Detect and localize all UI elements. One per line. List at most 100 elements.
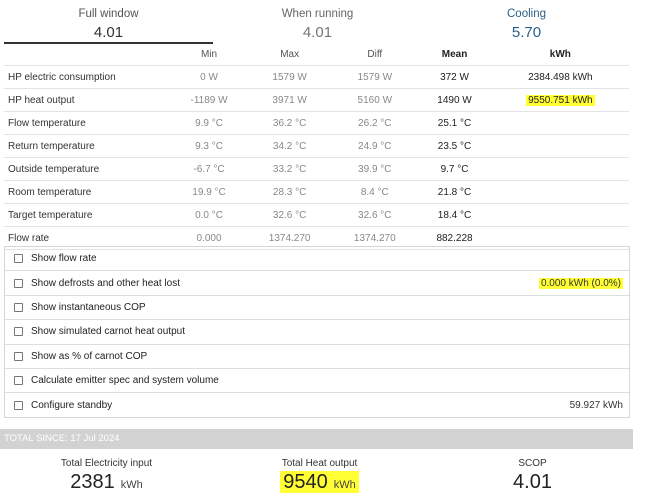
row-mean: 1490 W [417, 88, 492, 112]
checkbox[interactable] [14, 254, 23, 264]
option-show-flow-rate[interactable]: Show flow rate [5, 247, 629, 272]
option-label: Show as % of carnot COP [31, 350, 148, 362]
option-label: Show instantaneous COP [31, 301, 146, 313]
table-header-row: Min Max Diff Mean kWh [4, 44, 629, 66]
row-diff: 8.4 °C [332, 180, 418, 204]
row-min: 0.0 °C [171, 203, 248, 227]
row-diff: 39.9 °C [332, 157, 418, 181]
row-name: Target temperature [4, 203, 171, 227]
row-name: HP electric consumption [4, 65, 171, 89]
tab-label: Cooling [507, 8, 546, 20]
row-max: 28.3 °C [247, 180, 333, 204]
row-mean: 23.5 °C [417, 134, 492, 158]
col-header-diff: Diff [367, 49, 383, 60]
option-show-defrosts[interactable]: Show defrosts and other heat lost 0.000 … [5, 271, 629, 296]
row-min: 9.9 °C [171, 111, 248, 135]
tab-label: When running [281, 8, 354, 20]
row-mean: 9.7 °C [417, 157, 492, 181]
total-value-line: 4.01 [426, 471, 639, 494]
checkbox[interactable] [14, 327, 23, 337]
total-label: SCOP [518, 458, 547, 469]
row-max: 3971 W [247, 88, 333, 112]
table-row: HP electric consumption 0 W 1579 W 1579 … [4, 65, 629, 89]
table-row: Room temperature 19.9 °C 28.3 °C 8.4 °C … [4, 180, 629, 204]
highlighted-heat-total: 9540 kWh [280, 471, 359, 493]
row-kwh-cell: 9550.751 kWh [491, 88, 629, 112]
total-value: 9540 [283, 471, 328, 493]
col-header-max: Max [280, 49, 300, 60]
heatpump-stats-page: Full window 4.01 When running 4.01 Cooli… [0, 0, 645, 499]
col-header-mean: Mean [441, 49, 468, 60]
tab-label: Full window [78, 8, 139, 20]
row-max: 1579 W [247, 65, 333, 89]
tab-when-running[interactable]: When running 4.01 [213, 0, 422, 44]
total-value-line: 2381 kWh [0, 471, 213, 494]
row-mean: 21.8 °C [417, 180, 492, 204]
row-mean: 372 W [417, 65, 492, 89]
row-diff: 26.2 °C [332, 111, 418, 135]
totals-summary: Total Electricity input 2381 kWh Total He… [0, 452, 640, 499]
row-diff: 32.6 °C [332, 203, 418, 227]
highlighted-defrost-value: 0.000 kWh (0.0%) [538, 277, 623, 289]
option-show-instantaneous-cop[interactable]: Show instantaneous COP [5, 296, 629, 321]
row-kwh [491, 134, 629, 158]
total-value: 2381 [70, 471, 115, 493]
row-min: 0 W [171, 65, 248, 89]
total-scop: SCOP 4.01 [426, 452, 639, 499]
row-max: 32.6 °C [247, 203, 333, 227]
defrost-value: 0.000 kWh (0.0%) [538, 271, 623, 294]
tab-cooling[interactable]: Cooling 5.70 [422, 0, 631, 44]
option-configure-standby[interactable]: Configure standby 59.927 kWh [5, 393, 629, 416]
row-diff: 5160 W [332, 88, 418, 112]
stats-table: Min Max Diff Mean kWh HP electric consum… [4, 44, 629, 250]
option-show-carnot-percent[interactable]: Show as % of carnot COP [5, 345, 629, 369]
checkbox[interactable] [14, 376, 23, 386]
option-show-carnot-heat[interactable]: Show simulated carnot heat output [5, 320, 629, 345]
tab-full-window[interactable]: Full window 4.01 [4, 0, 213, 44]
standby-value: 59.927 kWh [569, 399, 623, 411]
col-header-min: Min [200, 49, 218, 60]
tab-value: 4.01 [93, 24, 124, 41]
row-name: Flow temperature [4, 111, 171, 135]
table-row: Return temperature 9.3 °C 34.2 °C 24.9 °… [4, 134, 629, 158]
options-list: Show flow rate Show defrosts and other h… [4, 246, 630, 418]
row-name: Return temperature [4, 134, 171, 158]
total-label: Total Heat output [281, 458, 358, 469]
checkbox[interactable] [14, 400, 23, 410]
checkbox[interactable] [14, 351, 23, 361]
row-kwh: 2384.498 kWh [491, 65, 629, 89]
total-unit: kWh [120, 479, 143, 491]
checkbox[interactable] [14, 278, 23, 288]
option-label: Configure standby [31, 399, 113, 411]
row-min: 19.9 °C [171, 180, 248, 204]
option-label: Show defrosts and other heat lost [31, 277, 180, 289]
mode-tabs: Full window 4.01 When running 4.01 Cooli… [4, 0, 631, 44]
table-row: Target temperature 0.0 °C 32.6 °C 32.6 °… [4, 203, 629, 227]
total-label: Total Electricity input [60, 458, 153, 469]
total-unit: kWh [333, 479, 356, 491]
row-mean: 18.4 °C [417, 203, 492, 227]
row-max: 36.2 °C [247, 111, 333, 135]
checkbox[interactable] [14, 302, 23, 312]
row-min: 9.3 °C [171, 134, 248, 158]
row-kwh [491, 203, 629, 227]
option-label: Show flow rate [31, 253, 97, 265]
row-max: 33.2 °C [247, 157, 333, 181]
row-kwh [491, 157, 629, 181]
row-kwh [491, 111, 629, 135]
option-calculate-emitter-spec[interactable]: Calculate emitter spec and system volume [5, 369, 629, 394]
row-min: -1189 W [171, 88, 248, 112]
row-name: HP heat output [4, 88, 171, 112]
row-max: 34.2 °C [247, 134, 333, 158]
col-header-kwh: kWh [549, 49, 571, 60]
col-header-name [4, 44, 171, 66]
total-value-line: 9540 kWh [213, 471, 426, 494]
row-diff: 1579 W [332, 65, 418, 89]
total-electricity: Total Electricity input 2381 kWh [0, 452, 213, 499]
total-since-bar: TOTAL SINCE: 17 Jul 2024 [0, 429, 633, 449]
row-diff: 24.9 °C [332, 134, 418, 158]
total-value: 4.01 [513, 471, 552, 493]
tab-value: 4.01 [302, 24, 333, 41]
option-label: Calculate emitter spec and system volume [31, 375, 219, 387]
highlighted-kwh: 9550.751 kWh [526, 94, 595, 106]
